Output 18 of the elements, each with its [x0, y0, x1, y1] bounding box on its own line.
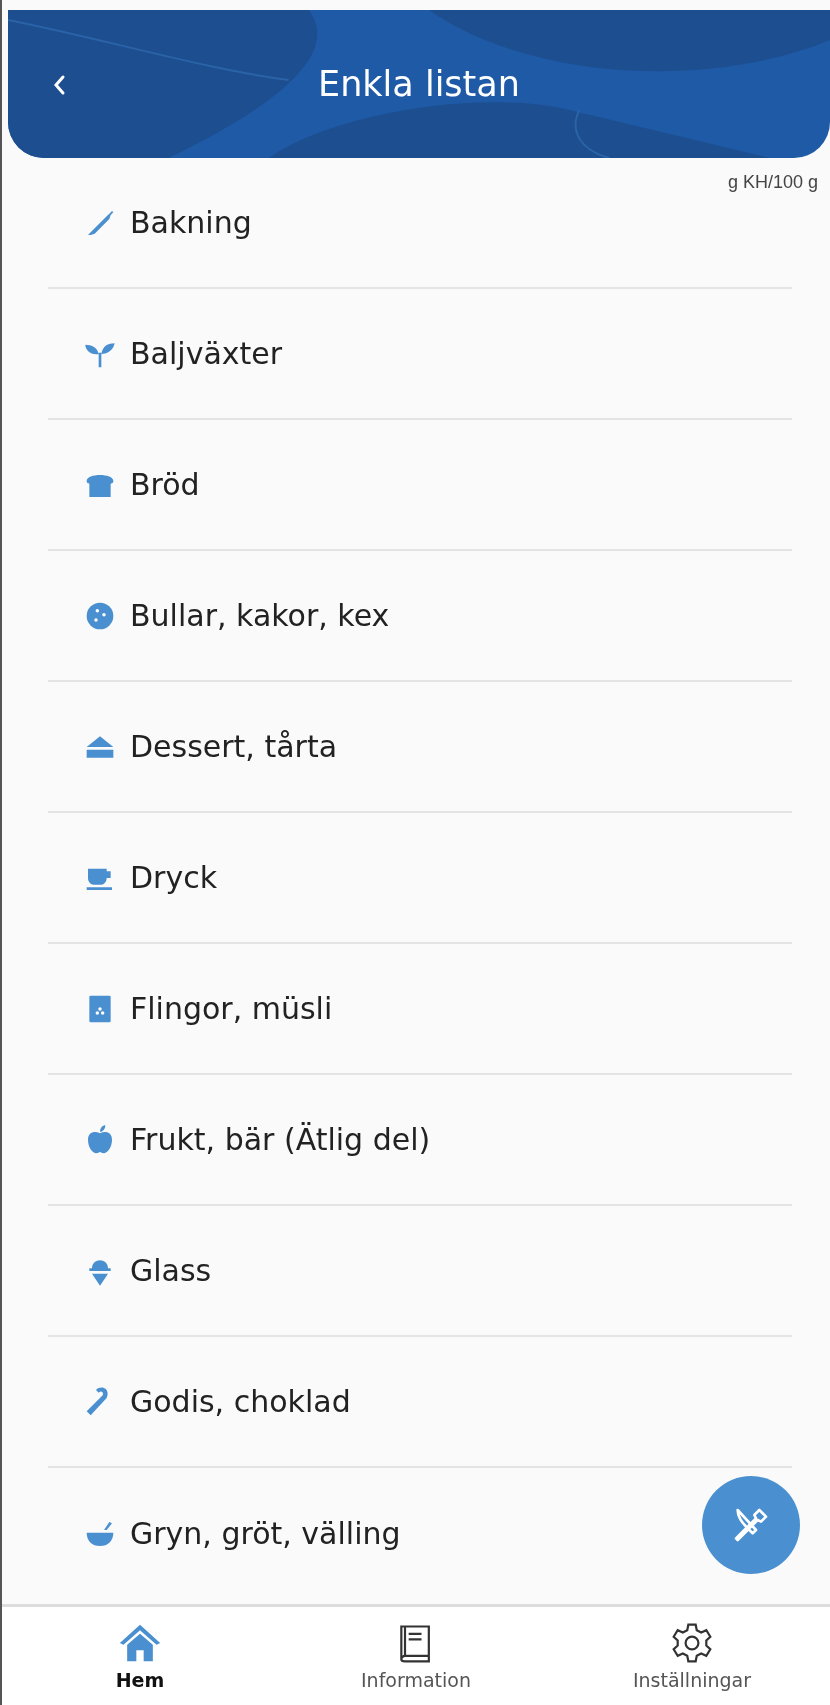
- category-item[interactable]: Dessert, tårta: [48, 682, 668, 811]
- category-item[interactable]: Flingor, müsli: [48, 944, 668, 1073]
- screen-title: Enkla listan: [318, 64, 520, 104]
- back-icon[interactable]: [52, 74, 66, 96]
- category-item[interactable]: Bullar, kakor, kex: [48, 551, 668, 680]
- category-item[interactable]: Glass: [48, 1206, 668, 1335]
- category-item[interactable]: Bakning: [48, 158, 668, 287]
- category-item[interactable]: Baljväxter: [48, 289, 668, 418]
- settings-icon: [670, 1621, 714, 1665]
- category-item[interactable]: Gryn, gröt, välling: [48, 1468, 668, 1599]
- nav-tab[interactable]: Information: [306, 1621, 526, 1691]
- nav-tab[interactable]: Inställningar: [582, 1621, 802, 1691]
- nav-tab[interactable]: Hem: [30, 1621, 250, 1691]
- category-item[interactable]: Bröd: [48, 420, 668, 549]
- unit-label: g KH/100 g: [727, 172, 818, 193]
- category-item[interactable]: Dryck: [48, 813, 668, 942]
- category-item[interactable]: Frukt, bär (Ätlig del): [48, 1075, 668, 1204]
- category-item[interactable]: Godis, choklad: [48, 1337, 668, 1466]
